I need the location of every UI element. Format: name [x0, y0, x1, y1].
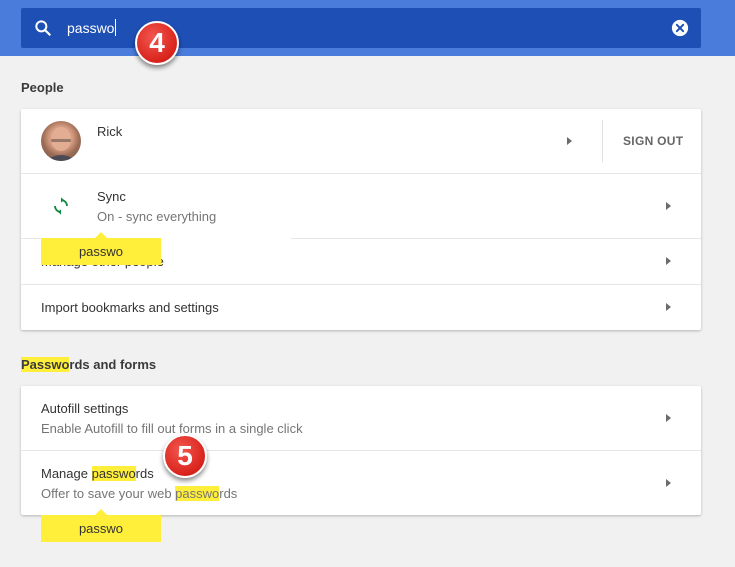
import-bookmarks-row[interactable]: Import bookmarks and settings — [21, 285, 701, 330]
autofill-settings-row[interactable]: Autofill settings Enable Autofill to fil… — [21, 386, 701, 450]
manage-passwords-title: Manage passwords — [41, 466, 154, 481]
section-title-passwords-forms: Passwords and forms — [21, 357, 157, 372]
clear-search-icon[interactable] — [671, 19, 689, 37]
settings-search-box[interactable]: passwo — [21, 8, 701, 48]
search-match-bubble: passwo — [41, 232, 161, 265]
passwords-forms-card: Autofill settings Enable Autofill to fil… — [21, 386, 701, 515]
top-toolbar: passwo — [0, 0, 735, 56]
search-icon — [35, 20, 51, 36]
avatar — [41, 121, 81, 161]
divider-vertical — [602, 120, 603, 162]
section-title-people: People — [21, 80, 64, 95]
autofill-arrow-icon[interactable] — [666, 414, 671, 422]
manage-passwords-subtitle: Offer to save your web passwords — [41, 486, 238, 501]
sign-out-button[interactable]: SIGN OUT — [623, 134, 683, 148]
step-badge-5: 5 — [163, 434, 207, 478]
manage-passwords-arrow-icon[interactable] — [666, 479, 671, 487]
profile-row[interactable]: Rick SIGN OUT — [21, 109, 701, 173]
people-card: Rick SIGN OUT Sync On - sync everything … — [21, 109, 701, 330]
sync-arrow-icon[interactable] — [666, 202, 671, 210]
import-arrow-icon[interactable] — [666, 303, 671, 311]
sync-title: Sync — [97, 189, 126, 204]
sync-subtitle: On - sync everything — [97, 209, 217, 224]
autofill-title: Autofill settings — [41, 401, 129, 416]
import-bookmarks-title: Import bookmarks and settings — [41, 300, 219, 315]
search-input[interactable]: passwo — [67, 19, 117, 36]
autofill-subtitle: Enable Autofill to fill out forms in a s… — [41, 421, 303, 436]
step-badge-4: 4 — [135, 21, 179, 65]
sync-icon — [54, 197, 68, 215]
profile-arrow-icon[interactable] — [567, 137, 572, 145]
manage-people-arrow-icon[interactable] — [666, 257, 671, 265]
profile-name: Rick — [97, 124, 123, 139]
search-match-bubble: passwo — [41, 509, 161, 542]
sync-row[interactable]: Sync On - sync everything — [21, 174, 701, 238]
manage-passwords-row[interactable]: Manage passwords Offer to save your web … — [21, 451, 701, 515]
